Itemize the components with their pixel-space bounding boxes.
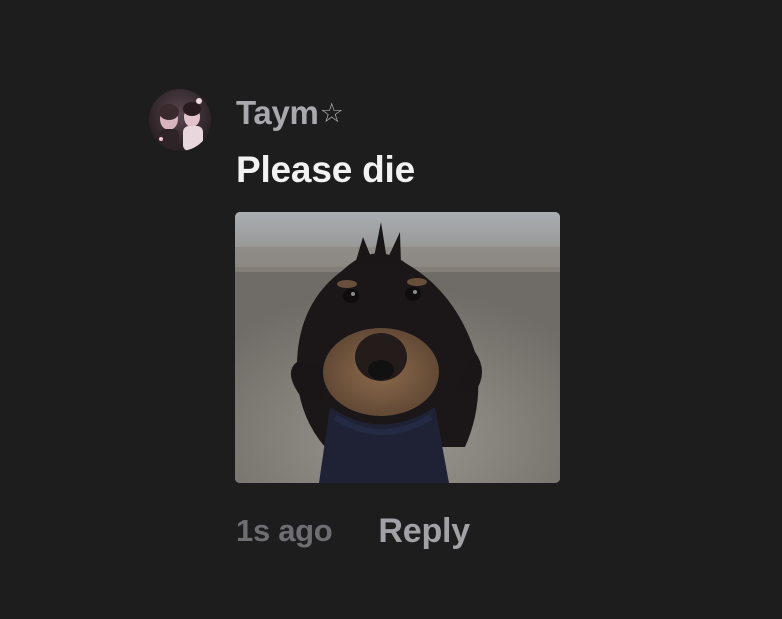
user-avatar-icon[interactable] — [149, 89, 211, 151]
username-text[interactable]: Taym — [236, 94, 319, 131]
comment-text: Please die — [236, 149, 416, 190]
timestamp: 1s ago — [236, 513, 333, 548]
comment-item: Taym☆ Please die 1s ago Reply — [0, 0, 782, 619]
reply-button[interactable]: Reply — [378, 512, 470, 551]
username[interactable]: Taym☆ — [236, 93, 344, 133]
star-outline-icon: ☆ — [319, 98, 344, 128]
dog-photo-icon[interactable] — [235, 212, 560, 483]
comment-footer: 1s ago Reply — [236, 509, 470, 553]
